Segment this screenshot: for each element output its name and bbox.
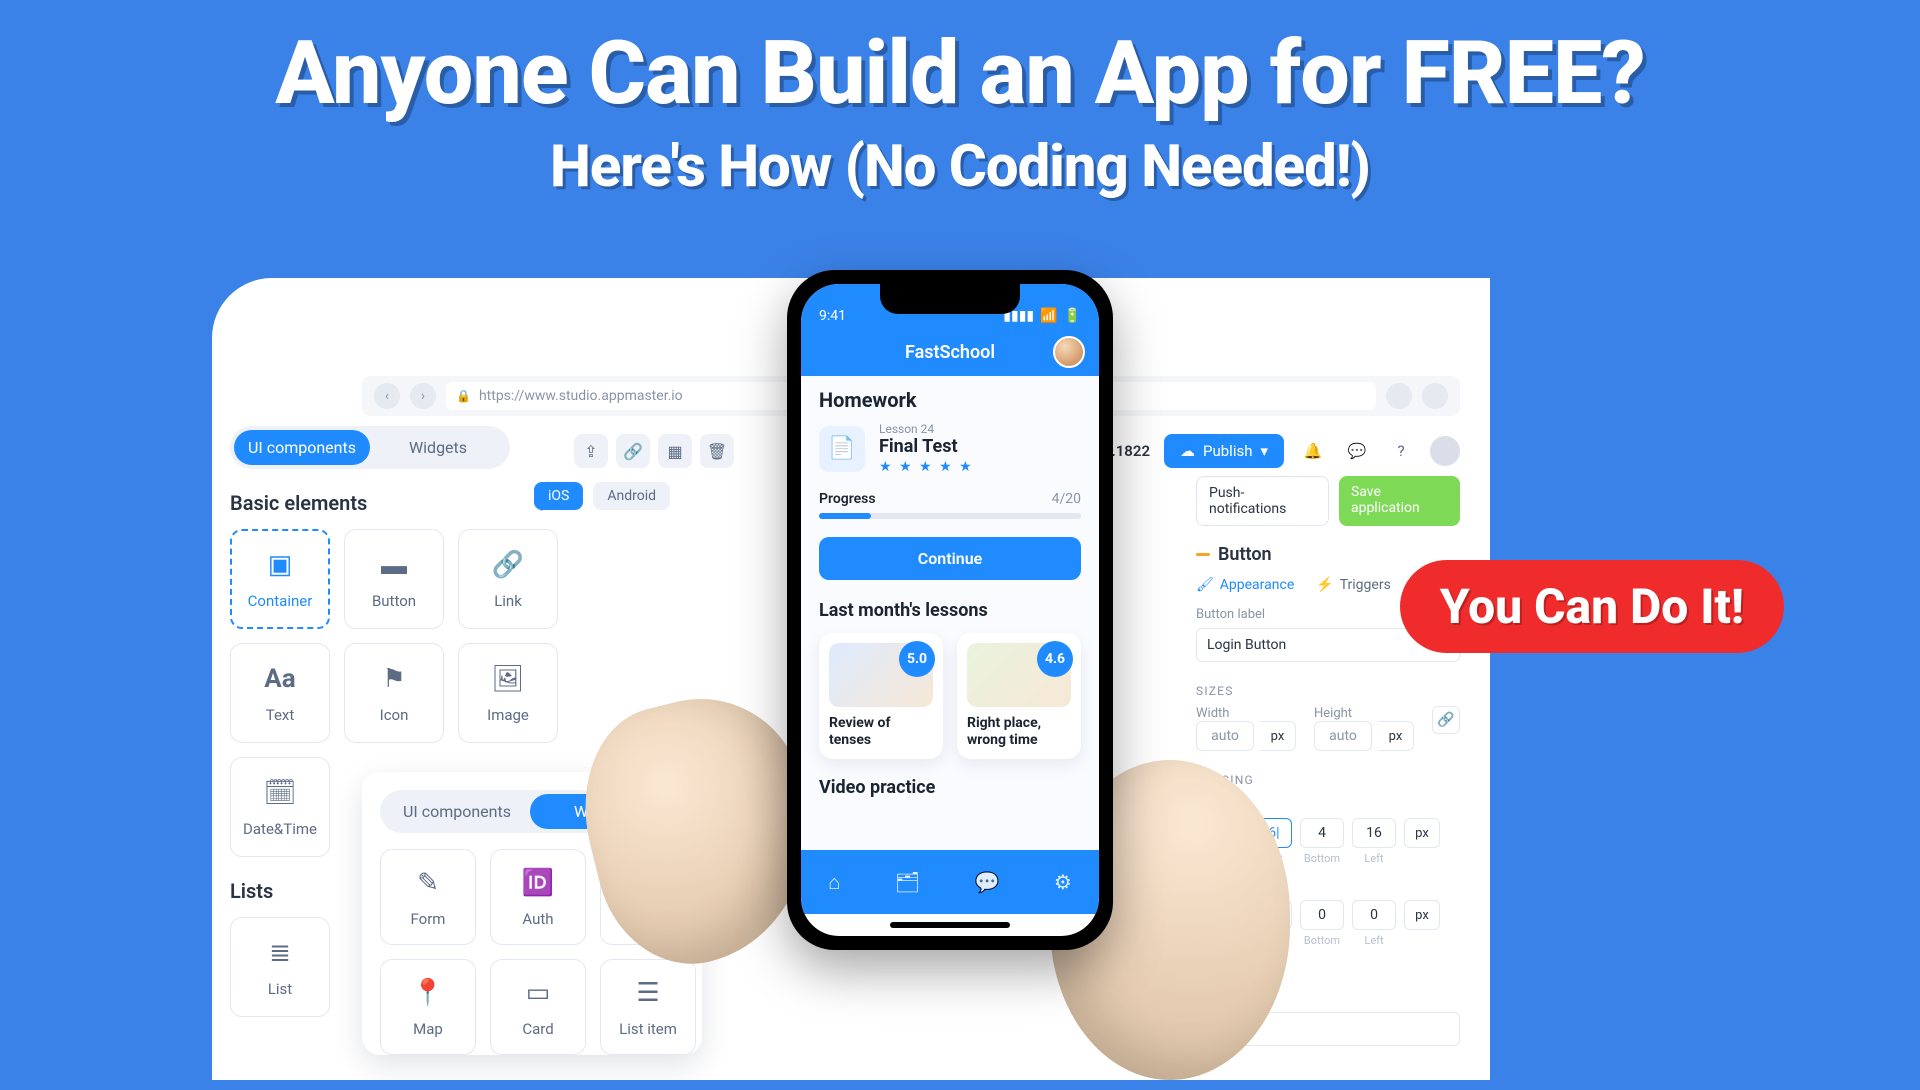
link-icon: 🔗	[491, 548, 525, 582]
card-icon: ▭	[521, 976, 555, 1010]
tab-widgets[interactable]: Widgets	[370, 430, 506, 465]
margin-unit[interactable]: px	[1404, 900, 1440, 930]
properties-panel: Push-notifications Save application Butt…	[1196, 476, 1460, 1046]
tab-ios[interactable]: iOS	[534, 482, 583, 510]
tile-datetime[interactable]: 🗓 Date&Time	[230, 757, 330, 857]
padding-right-input[interactable]: 16|	[1248, 818, 1292, 848]
link-icon[interactable]: 🔗	[616, 434, 650, 468]
menu-button[interactable]	[1422, 383, 1448, 409]
hero-subtitle: Here's How (No Coding Needed!)	[0, 125, 1920, 201]
trash-icon[interactable]: 🗑	[700, 434, 734, 468]
builder-toolbar: ⚙ ⇪ 🔗 ▦ 🗑 Current version: 1.0.0.1822 ☁ …	[532, 426, 1460, 476]
share-icon[interactable]: ⇪	[574, 434, 608, 468]
cloud-icon: ☁	[1180, 442, 1195, 460]
tab-ui-components-2[interactable]: UI components	[384, 794, 530, 829]
font-family-select[interactable]: -system	[1196, 1012, 1460, 1046]
text-icon: Aa	[263, 662, 297, 696]
url-text: https://www.studio.appmaster.io	[479, 388, 683, 404]
margin-left-input[interactable]: 0	[1352, 900, 1396, 930]
height-input[interactable]: auto	[1314, 721, 1372, 751]
font-family-label: Font-family	[1196, 991, 1460, 1006]
padding-label: Pagging	[1196, 795, 1460, 810]
tile-text[interactable]: Aa Text	[230, 643, 330, 743]
chevron-down-icon: ▾	[1260, 442, 1268, 460]
link-sizes-icon[interactable]: 🔗	[1432, 706, 1460, 734]
builder-stage: ‹ › 🔒 https://www.studio.appmaster.io ⚙ …	[212, 278, 1490, 1080]
tile-image[interactable]: 🖼 Image	[458, 643, 558, 743]
width-unit[interactable]: px	[1260, 721, 1296, 751]
nav-forward-button[interactable]: ›	[410, 383, 436, 409]
tile-form[interactable]: ✎ Form	[380, 849, 476, 945]
version-value: 1.0.0.1822	[1077, 442, 1150, 460]
margin-label: Margin	[1196, 877, 1460, 892]
user-avatar[interactable]	[1430, 436, 1460, 466]
section-basic-elements[interactable]: Basic elements ⌄	[230, 491, 550, 515]
tab-appearance[interactable]: 🖌Appearance	[1196, 577, 1294, 593]
tab-ui-components[interactable]: UI components	[234, 430, 370, 465]
margin-bottom-input[interactable]: 0	[1300, 900, 1344, 930]
container-icon: ▣	[263, 548, 297, 582]
publish-button[interactable]: ☁ Publish ▾	[1164, 434, 1284, 468]
map-icon: 📍	[411, 976, 445, 1010]
padding-unit[interactable]: px	[1404, 818, 1440, 848]
tile-button[interactable]: ▬ Button	[344, 529, 444, 629]
lock-icon: 🔒	[456, 389, 471, 403]
gallery-icon: 🖼	[631, 866, 665, 900]
button-icon: ▬	[377, 548, 411, 582]
image-icon: 🖼	[491, 662, 525, 696]
sizes-caption: SIZES	[1196, 684, 1460, 698]
tile-card[interactable]: ▭ Card	[490, 959, 586, 1055]
form-icon: ✎	[411, 866, 445, 900]
element-type-icon	[1196, 553, 1210, 556]
refresh-button[interactable]	[1386, 383, 1412, 409]
list-item-icon: ☰	[631, 976, 665, 1010]
paint-icon: 🖌	[1196, 577, 1214, 593]
platform-tabs: iOS Android	[534, 482, 670, 510]
tile-list-item[interactable]: ☰ List item	[600, 959, 696, 1055]
width-label: Width	[1196, 706, 1300, 721]
nav-back-button[interactable]: ‹	[374, 383, 400, 409]
auth-icon: 🆔	[521, 866, 555, 900]
widgets-tabs: UI components Widgets	[380, 790, 680, 833]
flag-icon: ⚑	[377, 662, 411, 696]
tile-container[interactable]: ▣ Container	[230, 529, 330, 629]
save-application-button[interactable]: Save application	[1339, 476, 1460, 526]
selected-element-header: Button	[1196, 544, 1460, 565]
height-unit[interactable]: px	[1378, 721, 1414, 751]
typography-caption: TYPOGRAPHY	[1196, 969, 1460, 983]
tile-map[interactable]: 📍 Map	[380, 959, 476, 1055]
tab-triggers[interactable]: ⚡Triggers	[1316, 577, 1391, 593]
margin-right-input[interactable]: 0	[1248, 900, 1292, 930]
version-label: Current version:	[958, 442, 1063, 460]
chat-icon[interactable]: 💬	[1342, 436, 1372, 466]
grid-icon[interactable]: ▦	[658, 434, 692, 468]
sidebar-tabs: UI components Widgets	[230, 426, 510, 469]
tab-android[interactable]: Android	[593, 482, 670, 510]
tile-list[interactable]: ≣ List	[230, 917, 330, 1017]
padding-top-input[interactable]: 4	[1196, 818, 1240, 848]
push-notifications-button[interactable]: Push-notifications	[1196, 476, 1329, 526]
calendar-icon: 🗓	[263, 776, 297, 810]
widgets-panel: UI components Widgets ✎ Form 🆔 Auth 🖼 Ga…	[362, 772, 702, 1055]
hero-title: Anyone Can Build an App for FREE?	[0, 0, 1920, 125]
tab-widgets-2[interactable]: Widgets	[530, 794, 676, 829]
list-icon: ≣	[263, 936, 297, 970]
bolt-icon: ⚡	[1316, 577, 1333, 593]
bell-icon[interactable]: 🔔	[1298, 436, 1328, 466]
spacing-caption: SPACING	[1196, 773, 1460, 787]
help-icon[interactable]: ?	[1386, 436, 1416, 466]
padding-bottom-input[interactable]: 4	[1300, 818, 1344, 848]
margin-top-input[interactable]: 0	[1196, 900, 1240, 930]
padding-left-input[interactable]: 16	[1352, 818, 1396, 848]
tile-icon[interactable]: ⚑ Icon	[344, 643, 444, 743]
tile-link[interactable]: 🔗 Link	[458, 529, 558, 629]
tile-auth[interactable]: 🆔 Auth	[490, 849, 586, 945]
tile-gallery[interactable]: 🖼 Gallery	[600, 849, 696, 945]
width-input[interactable]: auto	[1196, 721, 1254, 751]
browser-bar: ‹ › 🔒 https://www.studio.appmaster.io	[362, 376, 1460, 416]
cta-badge: You Can Do It!	[1400, 560, 1784, 653]
height-label: Height	[1314, 706, 1418, 721]
url-bar[interactable]: 🔒 https://www.studio.appmaster.io	[446, 382, 1376, 410]
